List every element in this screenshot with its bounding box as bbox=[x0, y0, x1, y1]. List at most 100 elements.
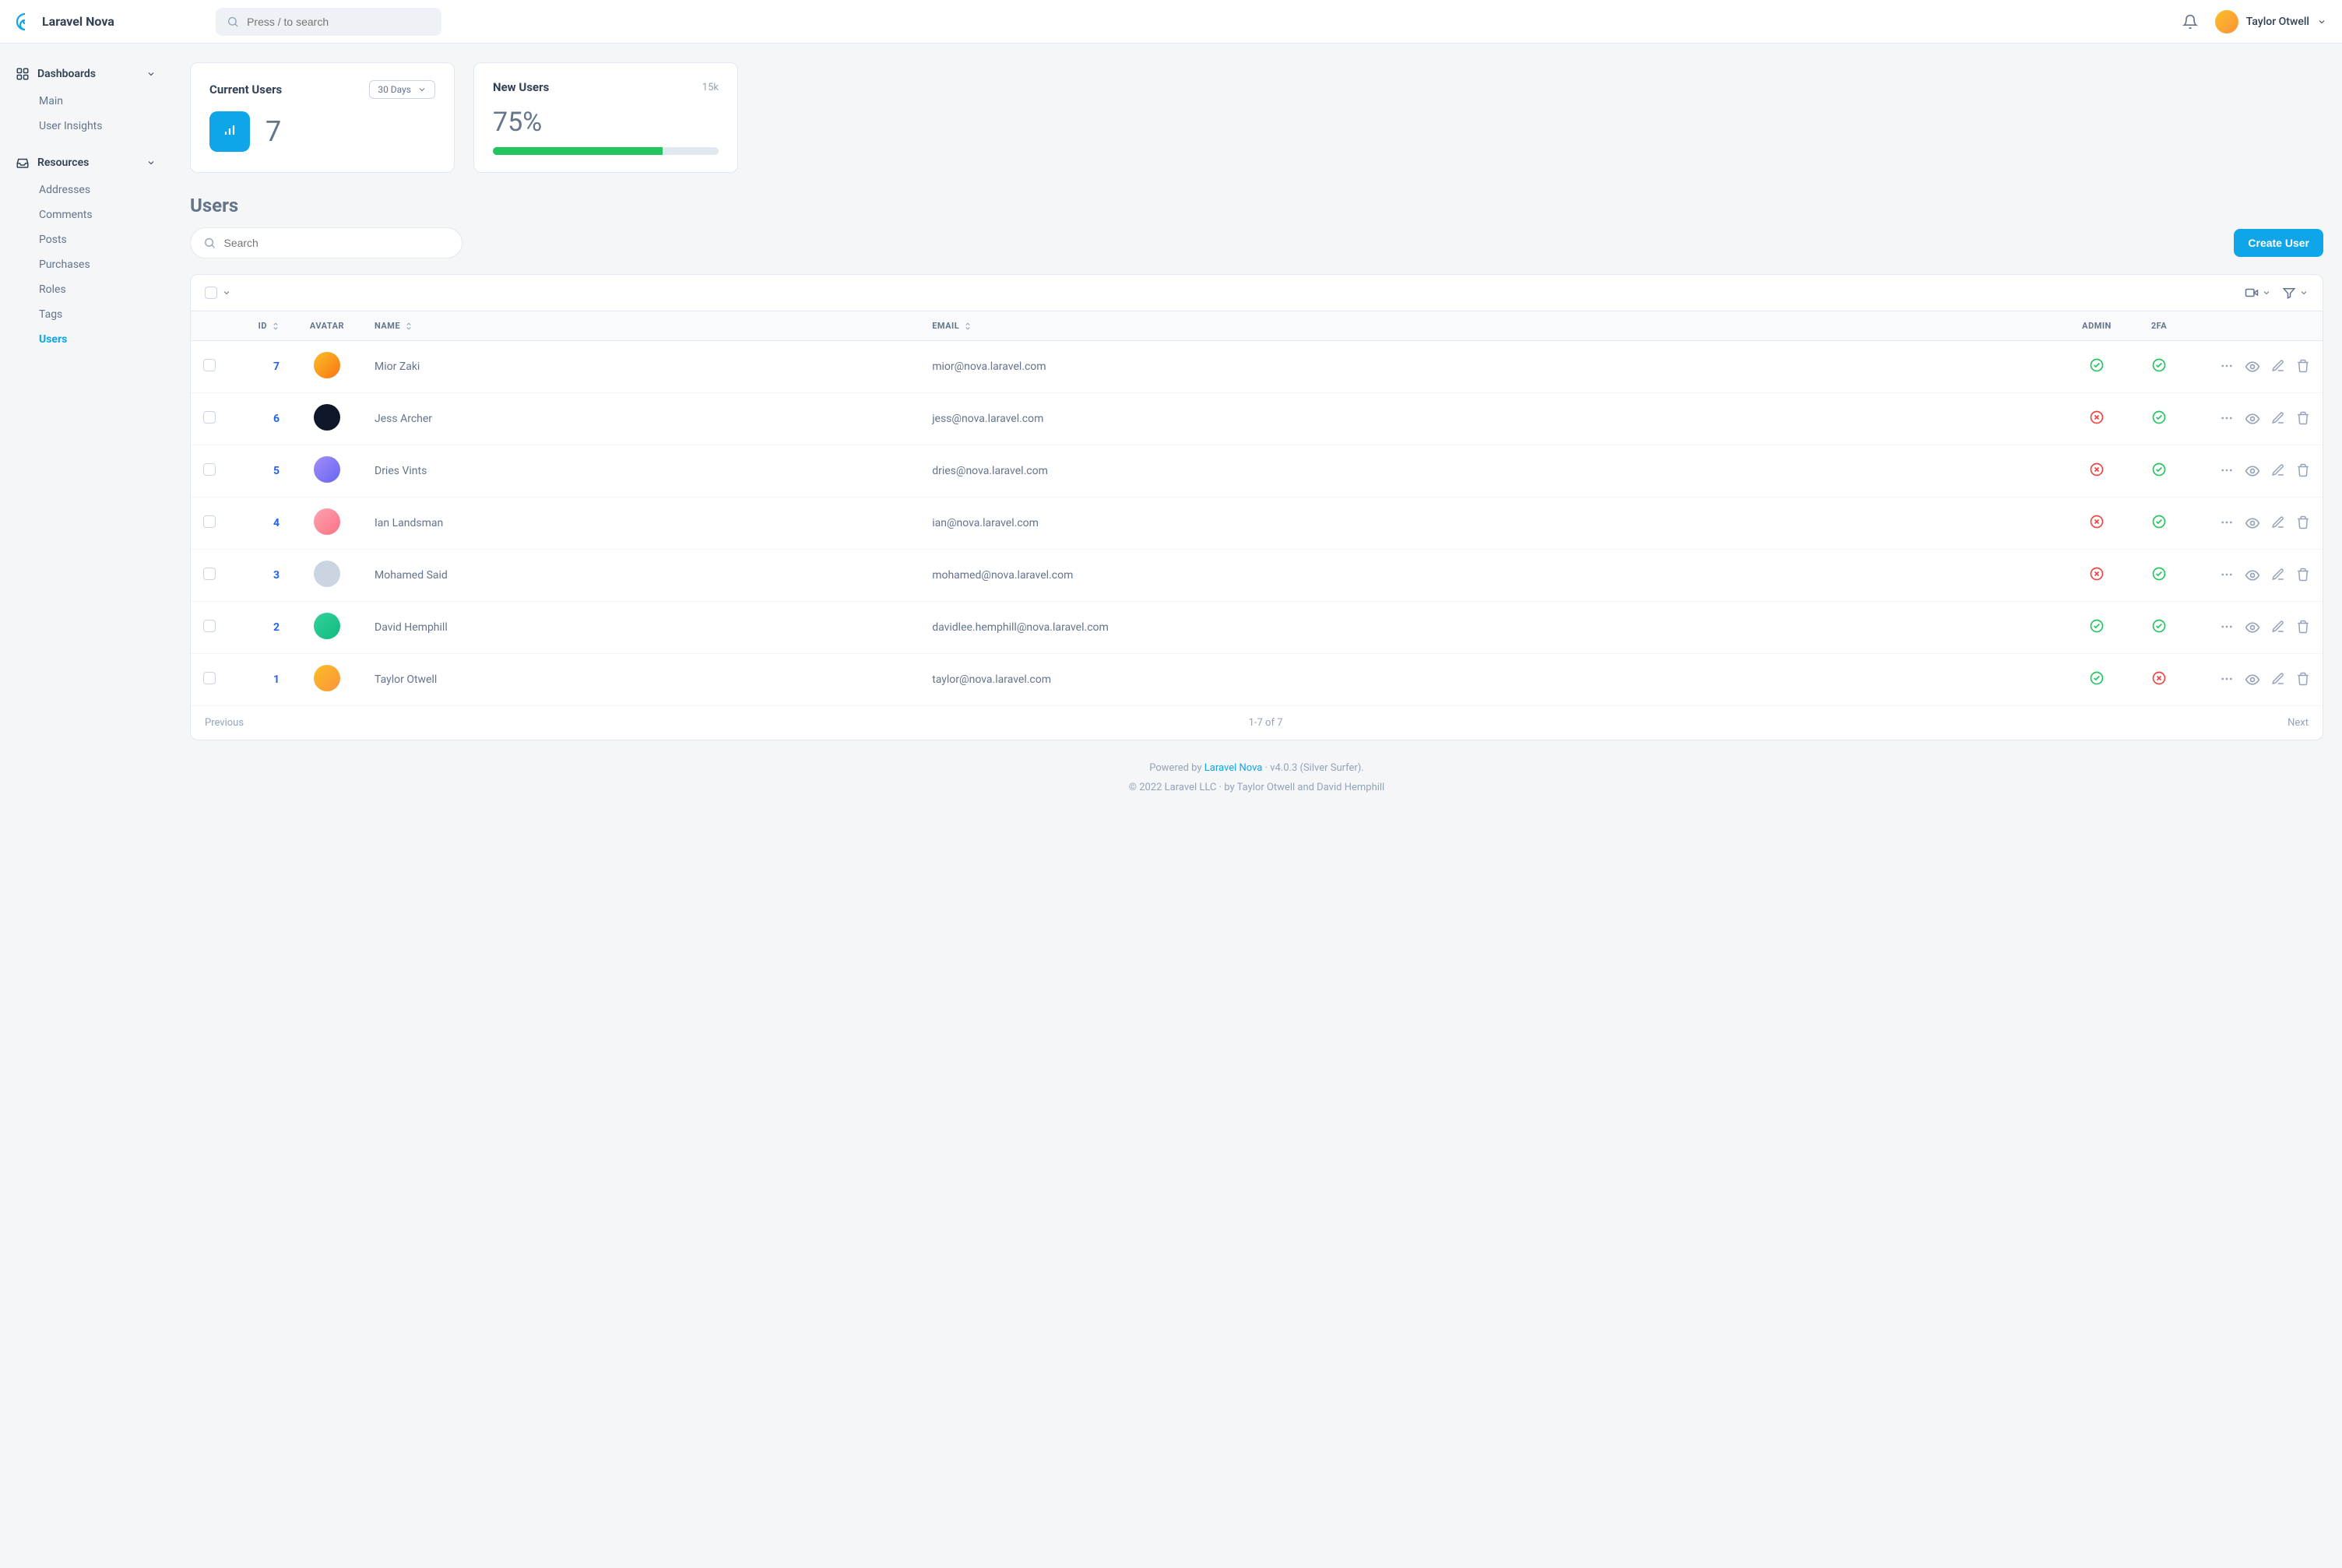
notifications-icon[interactable] bbox=[2182, 14, 2198, 30]
more-actions-button[interactable] bbox=[2220, 515, 2234, 531]
row-id-link[interactable]: 5 bbox=[273, 465, 280, 477]
sidebar-item[interactable]: Main bbox=[34, 89, 160, 114]
row-id-link[interactable]: 4 bbox=[273, 517, 280, 529]
card-stat: 15k bbox=[702, 82, 719, 93]
edit-button[interactable] bbox=[2271, 463, 2285, 479]
chevron-down-icon bbox=[2262, 288, 2271, 297]
delete-button[interactable] bbox=[2296, 568, 2310, 583]
delete-button[interactable] bbox=[2296, 672, 2310, 687]
filter-icon bbox=[2282, 286, 2296, 300]
delete-button[interactable] bbox=[2296, 411, 2310, 427]
row-actions bbox=[2203, 463, 2310, 479]
row-checkbox[interactable] bbox=[203, 463, 216, 476]
sidebar-item[interactable]: Roles bbox=[34, 277, 160, 302]
edit-button[interactable] bbox=[2271, 568, 2285, 583]
delete-button[interactable] bbox=[2296, 620, 2310, 635]
table-row: 4 Ian Landsman ian@nova.laravel.com bbox=[191, 497, 2323, 550]
view-button[interactable] bbox=[2245, 411, 2260, 427]
more-actions-button[interactable] bbox=[2220, 359, 2234, 374]
row-checkbox[interactable] bbox=[203, 359, 216, 371]
col-email[interactable]: EMAIL bbox=[920, 311, 2066, 341]
brand-logo[interactable]: Laravel Nova bbox=[16, 12, 114, 31]
nav-group-dashboards[interactable]: Dashboards bbox=[11, 59, 160, 89]
row-checkbox[interactable] bbox=[203, 411, 216, 424]
col-id[interactable]: ID bbox=[230, 311, 292, 341]
view-button[interactable] bbox=[2245, 359, 2260, 374]
sidebar-item[interactable]: Addresses bbox=[34, 178, 160, 202]
global-search[interactable] bbox=[216, 8, 441, 36]
edit-button[interactable] bbox=[2271, 620, 2285, 635]
view-button[interactable] bbox=[2245, 515, 2260, 531]
user-menu[interactable]: Taylor Otwell bbox=[2215, 10, 2326, 33]
row-checkbox[interactable] bbox=[203, 672, 216, 684]
row-name: Ian Landsman bbox=[362, 497, 920, 550]
edit-button[interactable] bbox=[2271, 359, 2285, 374]
sort-icon bbox=[964, 322, 972, 331]
more-actions-button[interactable] bbox=[2220, 568, 2234, 583]
pagination-next[interactable]: Next bbox=[2287, 717, 2309, 729]
sidebar-item[interactable]: Users bbox=[34, 327, 160, 352]
more-actions-button[interactable] bbox=[2220, 411, 2234, 427]
row-avatar bbox=[314, 456, 340, 483]
delete-button[interactable] bbox=[2296, 463, 2310, 479]
view-button[interactable] bbox=[2245, 463, 2260, 479]
edit-button[interactable] bbox=[2271, 515, 2285, 531]
row-admin-status bbox=[2066, 602, 2128, 654]
row-admin-status bbox=[2066, 550, 2128, 602]
sidebar-item[interactable]: Purchases bbox=[34, 252, 160, 277]
nova-logo-icon bbox=[16, 12, 34, 31]
row-admin-status bbox=[2066, 393, 2128, 445]
view-button[interactable] bbox=[2245, 568, 2260, 583]
row-checkbox[interactable] bbox=[203, 568, 216, 580]
delete-button[interactable] bbox=[2296, 515, 2310, 531]
sidebar-item[interactable]: Posts bbox=[34, 227, 160, 252]
range-select[interactable]: 30 Days bbox=[369, 80, 435, 99]
row-avatar bbox=[314, 404, 340, 431]
select-all-checkbox[interactable] bbox=[205, 287, 217, 299]
more-actions-button[interactable] bbox=[2220, 672, 2234, 687]
row-actions bbox=[2203, 411, 2310, 427]
chevron-down-icon[interactable] bbox=[222, 288, 231, 297]
sidebar-item[interactable]: User Insights bbox=[34, 114, 160, 139]
row-id-link[interactable]: 1 bbox=[273, 673, 280, 686]
row-id-link[interactable]: 6 bbox=[273, 413, 280, 425]
view-options-button[interactable] bbox=[2245, 286, 2271, 300]
view-button[interactable] bbox=[2245, 620, 2260, 635]
row-id-link[interactable]: 3 bbox=[273, 569, 280, 582]
brand-name: Laravel Nova bbox=[42, 14, 114, 29]
pagination-prev[interactable]: Previous bbox=[205, 717, 244, 729]
sidebar-item[interactable]: Tags bbox=[34, 302, 160, 327]
card-new-users: New Users 15k 75% bbox=[473, 62, 738, 173]
row-checkbox[interactable] bbox=[203, 620, 216, 632]
resource-search[interactable] bbox=[190, 227, 462, 258]
edit-button[interactable] bbox=[2271, 411, 2285, 427]
create-user-button[interactable]: Create User bbox=[2234, 229, 2323, 257]
row-actions bbox=[2203, 672, 2310, 687]
resource-search-input[interactable] bbox=[223, 237, 449, 249]
row-2fa-status bbox=[2128, 654, 2190, 706]
col-name[interactable]: NAME bbox=[362, 311, 920, 341]
row-email: dries@nova.laravel.com bbox=[920, 445, 2066, 497]
footer-link[interactable]: Laravel Nova bbox=[1204, 762, 1263, 774]
chevron-down-icon bbox=[2317, 17, 2326, 26]
sidebar: Dashboards MainUser Insights Resources A… bbox=[0, 44, 171, 835]
filter-button[interactable] bbox=[2282, 286, 2309, 300]
table-row: 5 Dries Vints dries@nova.laravel.com bbox=[191, 445, 2323, 497]
nav-group-resources[interactable]: Resources bbox=[11, 148, 160, 178]
delete-button[interactable] bbox=[2296, 359, 2310, 374]
stat-value: 7 bbox=[265, 115, 281, 148]
global-search-input[interactable] bbox=[247, 16, 431, 28]
view-button[interactable] bbox=[2245, 672, 2260, 687]
sidebar-item[interactable]: Comments bbox=[34, 202, 160, 227]
edit-button[interactable] bbox=[2271, 672, 2285, 687]
row-id-link[interactable]: 7 bbox=[273, 360, 280, 373]
card-title: New Users bbox=[493, 80, 549, 94]
row-id-link[interactable]: 2 bbox=[273, 621, 280, 634]
row-avatar bbox=[314, 508, 340, 535]
more-actions-button[interactable] bbox=[2220, 620, 2234, 635]
more-actions-button[interactable] bbox=[2220, 463, 2234, 479]
row-actions bbox=[2203, 568, 2310, 583]
sort-icon bbox=[272, 322, 280, 331]
pagination-range: 1-7 of 7 bbox=[1249, 717, 1283, 729]
row-checkbox[interactable] bbox=[203, 515, 216, 528]
